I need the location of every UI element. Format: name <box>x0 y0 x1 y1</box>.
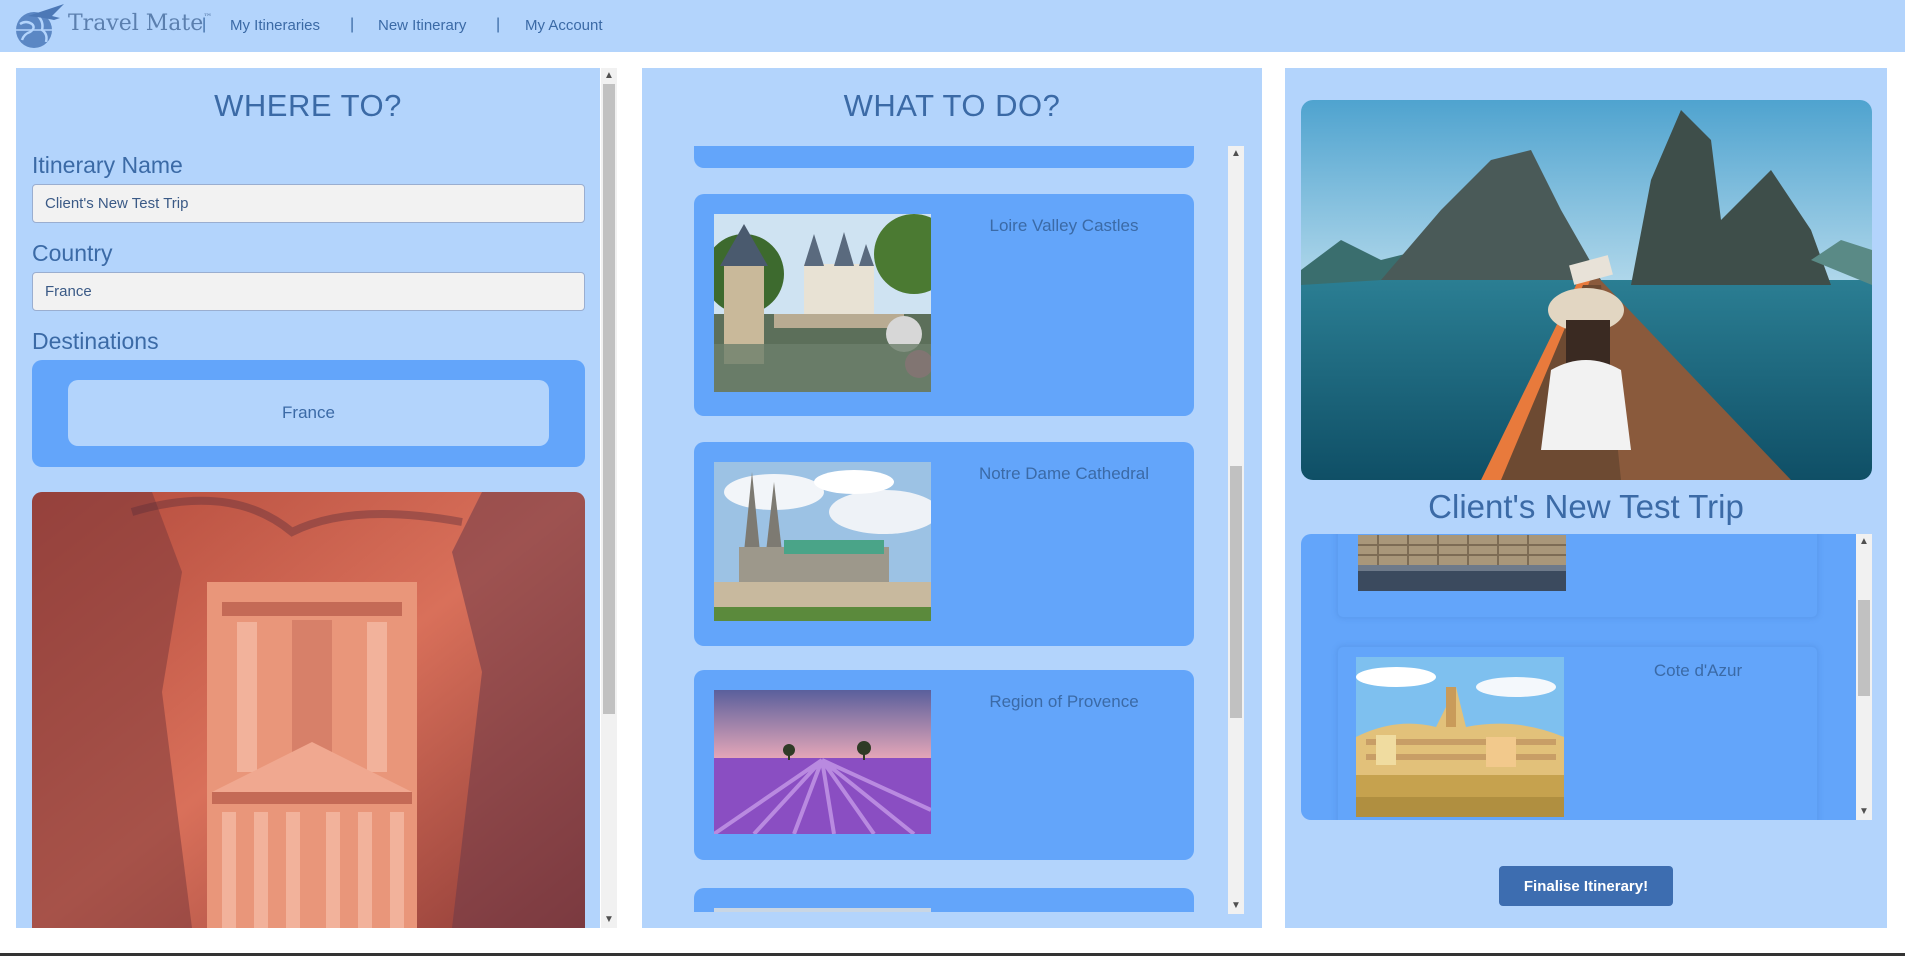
petra-treasury-image <box>32 492 585 928</box>
selected-activity-card[interactable] <box>1337 534 1818 618</box>
activity-card[interactable]: Region of Provence <box>694 670 1194 860</box>
nav-link-my-account[interactable]: My Account <box>525 17 603 34</box>
trip-title: Client's New Test Trip <box>1428 488 1744 525</box>
provence-lavender-image <box>714 690 931 834</box>
brand-name[interactable]: Travel Mate™ <box>68 11 212 36</box>
nav-link-new-itinerary[interactable]: New Itinerary <box>378 17 466 34</box>
selected-activity-card[interactable]: Cote d'Azur <box>1337 646 1818 820</box>
where-to-title: WHERE TO? <box>214 88 402 123</box>
destination-chip[interactable]: France <box>68 380 549 446</box>
activity-card[interactable]: Notre Dame Cathedral <box>694 442 1194 646</box>
top-nav: Travel Mate™ | My Itineraries | New Itin… <box>0 0 1905 52</box>
scroll-down-arrow-icon[interactable]: ▼ <box>601 912 617 928</box>
itinerary-name-label: Itinerary Name <box>32 152 183 178</box>
scroll-up-arrow-icon[interactable]: ▲ <box>601 68 617 84</box>
activity-card[interactable]: Loire Valley Castles <box>694 194 1194 416</box>
brand-text: Travel Mate <box>68 11 204 36</box>
left-scrollbar[interactable]: ▲ ▼ <box>601 68 617 928</box>
scroll-up-arrow-icon[interactable]: ▲ <box>1228 146 1244 162</box>
nav-separator: | <box>350 16 355 33</box>
activity-image <box>714 908 931 912</box>
activity-name: Region of Provence <box>989 692 1139 711</box>
selected-activity-name: Cote d'Azur <box>1653 661 1743 680</box>
activity-card[interactable] <box>694 888 1194 912</box>
globe-plane-logo-icon[interactable] <box>8 2 66 50</box>
scroll-down-arrow-icon[interactable]: ▼ <box>1228 898 1244 914</box>
finalise-itinerary-button[interactable]: Finalise Itinerary! <box>1499 866 1673 906</box>
nav-separator: | <box>496 16 501 33</box>
loire-castle-image <box>714 214 931 392</box>
louvre-image <box>1358 535 1566 591</box>
selected-scrollbar[interactable]: ▲ ▼ <box>1856 534 1872 820</box>
activity-name: Notre Dame Cathedral <box>978 464 1150 483</box>
what-to-do-title: WHAT TO DO? <box>843 88 1061 123</box>
nav-link-my-itineraries[interactable]: My Itineraries <box>230 17 320 34</box>
scroll-thumb[interactable] <box>1858 600 1870 696</box>
activity-card[interactable] <box>694 146 1194 168</box>
country-input[interactable]: France <box>32 272 585 311</box>
scroll-up-arrow-icon[interactable]: ▲ <box>1856 534 1872 550</box>
scroll-thumb[interactable] <box>603 84 615 714</box>
itinerary-summary-panel: Client's New Test Trip Cote d'Azur Final… <box>1285 68 1887 928</box>
cote-dazur-image <box>1356 657 1564 817</box>
where-to-panel: WHERE TO? Itinerary Name Client's New Te… <box>16 68 600 928</box>
boat-travel-hero-image <box>1301 100 1872 480</box>
activity-name: Loire Valley Castles <box>989 216 1139 235</box>
activity-list: Loire Valley Castles Notre Dame Cathedra… <box>694 146 1194 912</box>
nav-separator: | <box>202 16 207 33</box>
what-to-do-panel: WHAT TO DO? Loire Valley Castles Notre D… <box>642 68 1262 928</box>
scroll-thumb[interactable] <box>1230 466 1242 718</box>
activity-scrollbar[interactable]: ▲ ▼ <box>1228 146 1244 914</box>
country-label: Country <box>32 240 113 266</box>
itinerary-name-input[interactable]: Client's New Test Trip <box>32 184 585 223</box>
scroll-down-arrow-icon[interactable]: ▼ <box>1856 804 1872 820</box>
notre-dame-image <box>714 462 931 621</box>
destinations-list: France <box>32 360 585 467</box>
destinations-label: Destinations <box>32 328 159 354</box>
selected-activities-list: Cote d'Azur <box>1301 534 1856 820</box>
